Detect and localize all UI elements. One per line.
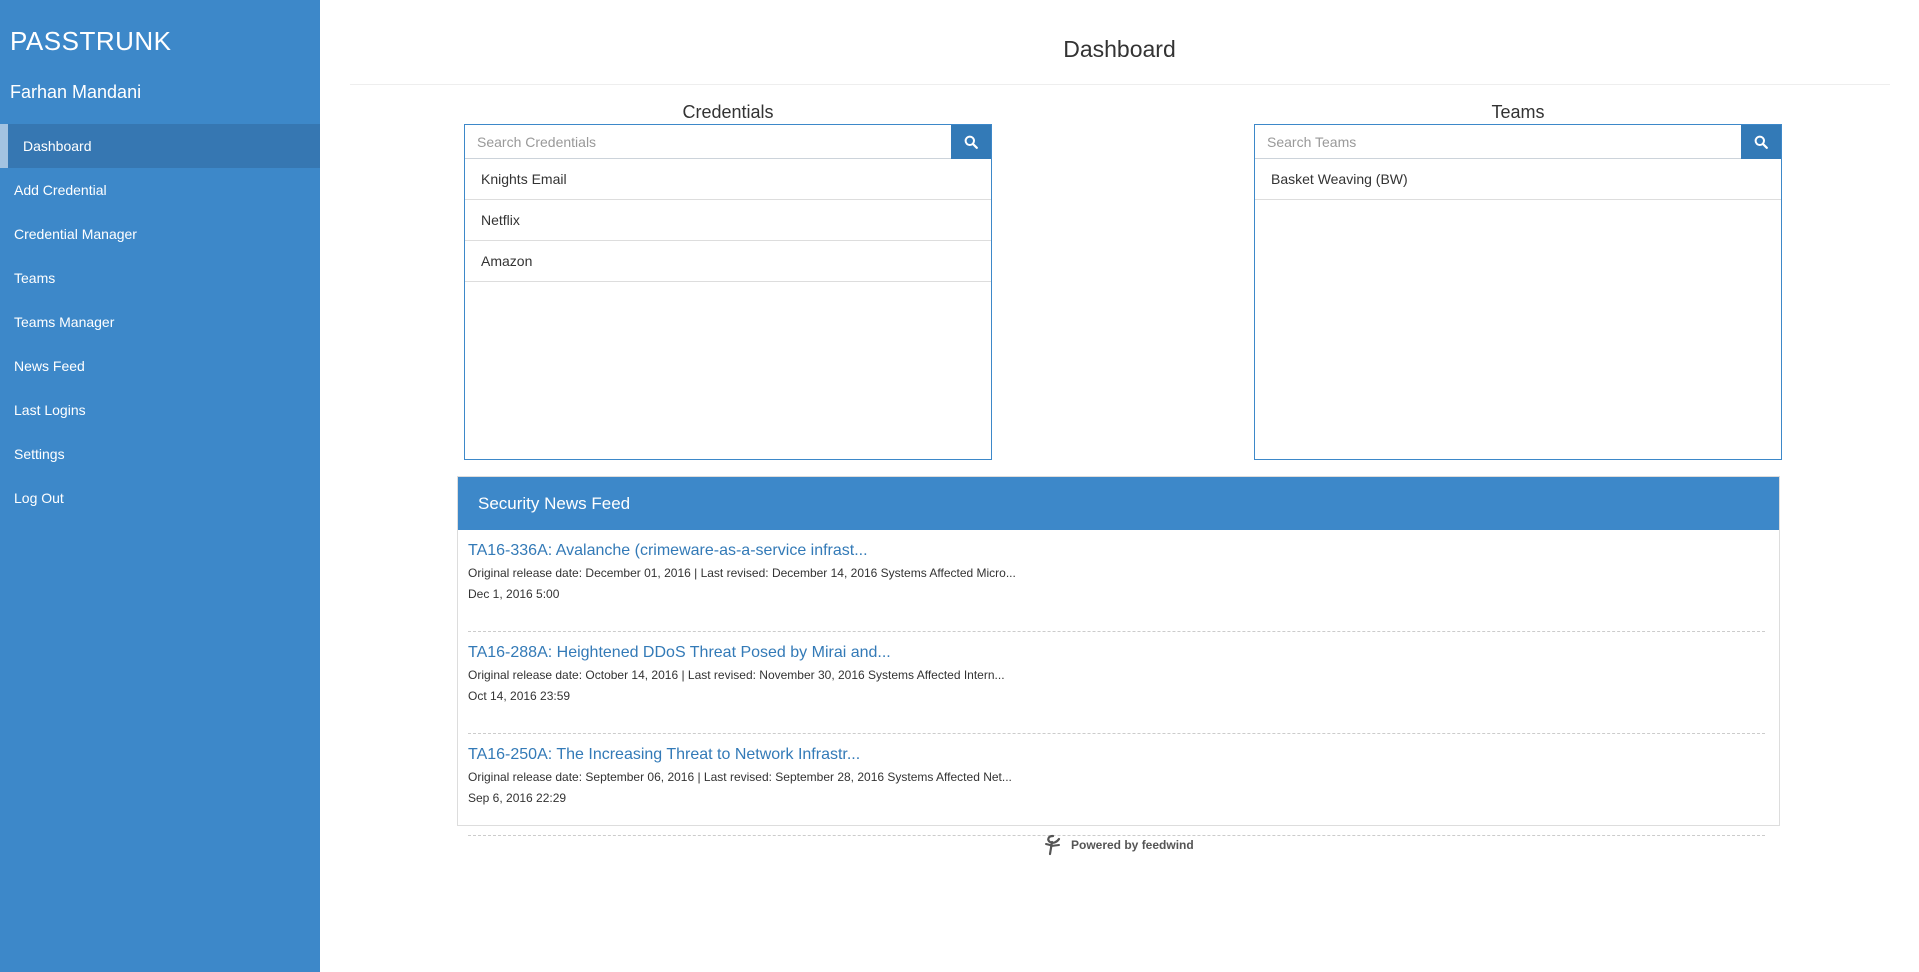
sidebar-item-credential-manager[interactable]: Credential Manager [0,212,320,256]
sidebar-item-teams[interactable]: Teams [0,256,320,300]
news-item: TA16-336A: Avalanche (crimeware-as-a-ser… [468,530,1765,632]
news-item-description: Original release date: October 14, 2016 … [468,668,1005,682]
news-item-date: Sep 6, 2016 22:29 [468,791,567,805]
feedwind-logo-icon [1045,834,1061,856]
teams-search-input[interactable] [1255,125,1741,158]
credential-item[interactable]: Netflix [465,200,991,241]
powered-by-feedwind[interactable]: Powered by feedwind [1043,834,1194,856]
main-content: Dashboard Credentials Knights Email Netf… [320,0,1919,972]
news-item: TA16-288A: Heightened DDoS Threat Posed … [468,632,1765,734]
teams-title: Teams [1491,102,1545,122]
sidebar-item-teams-manager[interactable]: Teams Manager [0,300,320,344]
search-icon [1754,135,1768,149]
credentials-search-button[interactable] [951,125,991,159]
security-news-feed: Security News Feed TA16-336A: Avalanche … [457,476,1780,836]
user-name: Farhan Mandani [10,82,142,102]
news-item: TA16-250A: The Increasing Threat to Netw… [468,734,1765,836]
credentials-search-input[interactable] [465,125,951,158]
credentials-panel: Credentials Knights Email Netflix Amazon [464,100,992,460]
team-item[interactable]: Basket Weaving (BW) [1255,159,1781,200]
sidebar-item-settings[interactable]: Settings [0,432,320,476]
title-divider [350,84,1890,85]
credentials-box: Knights Email Netflix Amazon [464,124,992,460]
credentials-title: Credentials [682,102,774,122]
news-item-title[interactable]: TA16-288A: Heightened DDoS Threat Posed … [468,642,1765,664]
powered-by-label: Powered by feedwind [1071,838,1194,852]
sidebar-item-log-out[interactable]: Log Out [0,476,320,520]
teams-search-row [1255,125,1781,159]
news-item-description: Original release date: December 01, 2016… [468,566,1016,580]
sidebar-item-last-logins[interactable]: Last Logins [0,388,320,432]
app-brand[interactable]: PASSTRUNK [10,26,172,57]
sidebar-item-news-feed[interactable]: News Feed [0,344,320,388]
news-item-description: Original release date: September 06, 201… [468,770,1012,784]
credential-item[interactable]: Amazon [465,241,991,282]
sidebar: PASSTRUNK Farhan Mandani Dashboard Add C… [0,0,320,972]
credentials-search-row [465,125,991,159]
news-item-title[interactable]: TA16-336A: Avalanche (crimeware-as-a-ser… [468,540,1765,562]
credential-item[interactable]: Knights Email [465,159,991,200]
page-title: Dashboard [1063,36,1176,62]
news-item-title[interactable]: TA16-250A: The Increasing Threat to Netw… [468,744,1765,766]
news-item-date: Dec 1, 2016 5:00 [468,587,560,601]
search-icon [964,135,978,149]
sidebar-nav: Dashboard Add Credential Credential Mana… [0,124,320,520]
news-feed-header: Security News Feed [458,477,1779,530]
teams-panel: Teams Basket Weaving (BW) [1254,100,1782,460]
teams-box: Basket Weaving (BW) [1254,124,1782,460]
sidebar-item-dashboard[interactable]: Dashboard [0,124,320,168]
teams-search-button[interactable] [1741,125,1781,159]
news-item-date: Oct 14, 2016 23:59 [468,689,571,703]
sidebar-item-add-credential[interactable]: Add Credential [0,168,320,212]
